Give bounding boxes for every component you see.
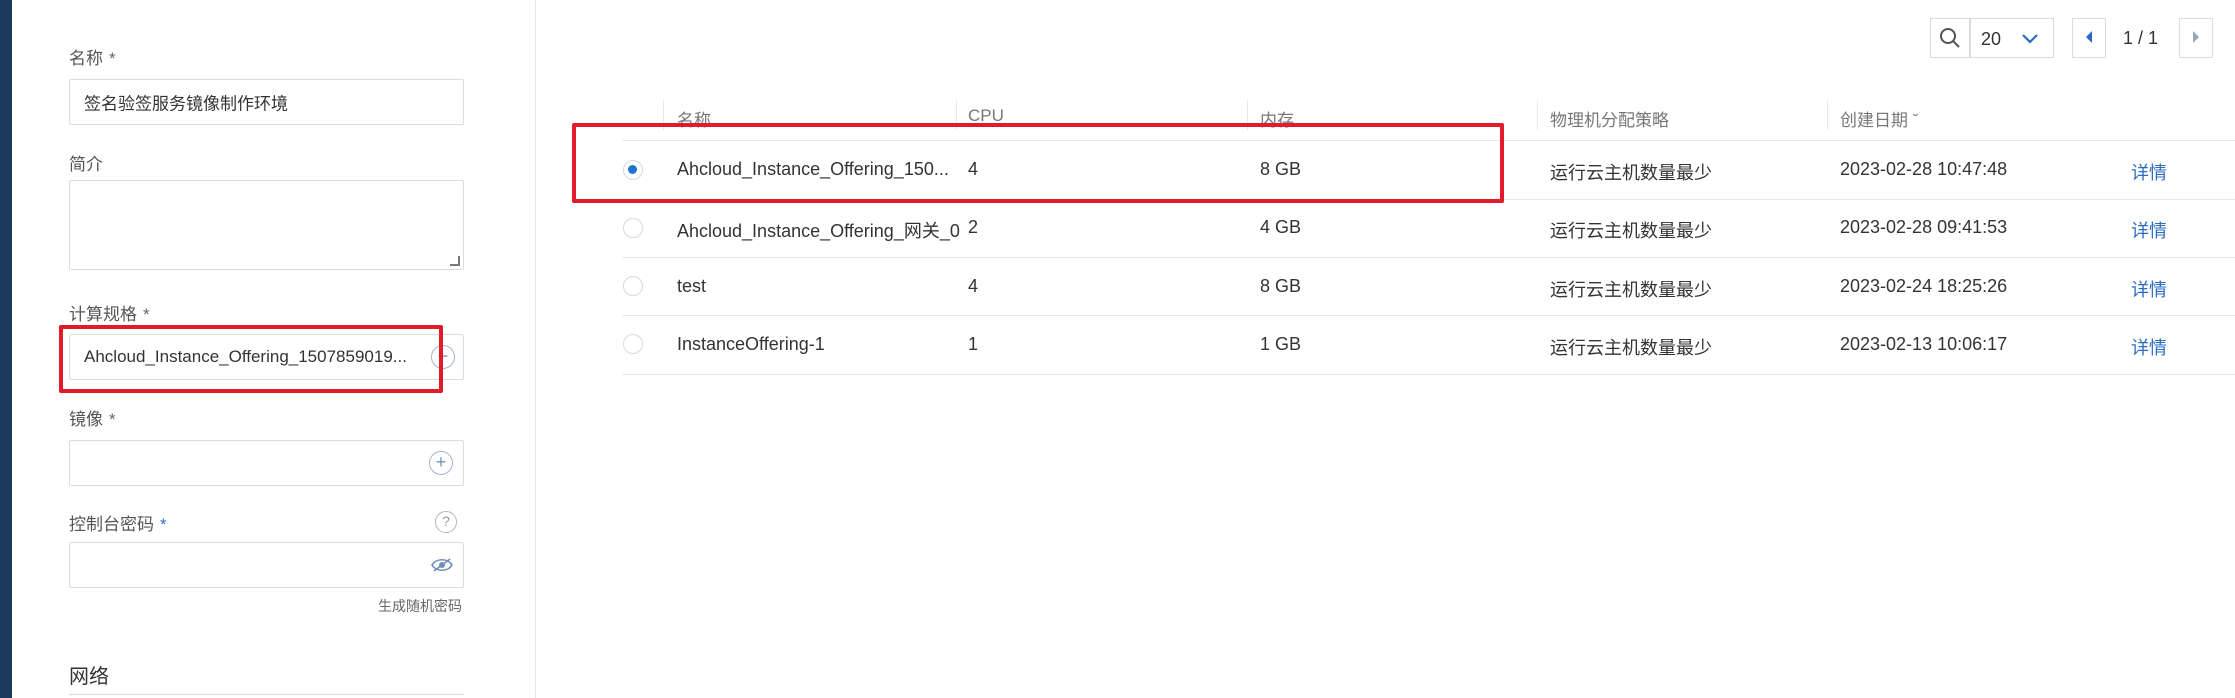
page-size-select[interactable]: 20 — [1970, 18, 2054, 58]
compute-spec-label-text: 计算规格 — [69, 305, 137, 324]
row-memory: 8 GB — [1260, 276, 1302, 296]
row-cpu: 1 — [968, 334, 979, 354]
required-mark: * — [160, 515, 167, 534]
next-page-button[interactable] — [2179, 18, 2213, 58]
generate-random-password-link[interactable]: 生成随机密码 — [378, 596, 462, 616]
compute-spec-label: 计算规格 * — [69, 300, 150, 325]
eye-icon[interactable] — [431, 557, 453, 573]
left-edge-strip — [0, 0, 12, 698]
image-label-text: 镜像 — [69, 410, 103, 429]
row-strategy: 运行云主机数量最少 — [1550, 221, 1712, 241]
search-button[interactable] — [1930, 18, 1970, 58]
column-separator — [1827, 100, 1828, 130]
prev-page-button[interactable] — [2072, 18, 2106, 58]
description-label: 简介 — [69, 155, 103, 174]
row-name: Ahcloud_Instance_Offering_网关_0 — [677, 221, 960, 241]
row-strategy: 运行云主机数量最少 — [1550, 163, 1712, 183]
row-created: 2023-02-28 10:47:48 — [1840, 159, 2008, 179]
name-label: 名称 * — [69, 44, 116, 69]
highlight-box-selected-row — [572, 123, 1504, 203]
required-mark: * — [109, 49, 116, 68]
row-memory: 4 GB — [1260, 217, 1302, 237]
name-input[interactable]: 签名验签服务镜像制作环境 — [69, 79, 464, 125]
row-divider — [622, 315, 2235, 316]
row-strategy: 运行云主机数量最少 — [1550, 338, 1712, 358]
help-icon[interactable]: ? — [435, 511, 457, 533]
chevron-right-icon — [2193, 31, 2199, 43]
create-instance-form: 名称 * 签名验签服务镜像制作环境 简介 计算规格 * Ahcloud_Instan… — [12, 0, 536, 698]
search-icon — [1940, 28, 1960, 48]
row-created: 2023-02-28 09:41:53 — [1840, 217, 2008, 237]
resize-grip-icon[interactable] — [450, 256, 460, 266]
row-divider — [622, 257, 2235, 258]
network-section-title: 网络 — [69, 666, 109, 688]
add-circle-icon[interactable]: + — [429, 451, 453, 475]
column-header-allocation-strategy[interactable]: 物理机分配策略 — [1550, 106, 1669, 131]
row-radio[interactable] — [623, 334, 643, 354]
row-radio[interactable] — [623, 276, 643, 296]
console-password-label-text: 控制台密码 — [69, 515, 154, 534]
required-mark: * — [143, 305, 150, 324]
name-label-text: 名称 — [69, 49, 103, 68]
row-divider — [622, 374, 2235, 375]
row-name: InstanceOffering-1 — [677, 334, 825, 354]
column-header-created-date[interactable]: 创建日期 ˇ — [1840, 106, 1918, 131]
required-mark: * — [109, 410, 116, 429]
console-password-input[interactable] — [69, 542, 464, 588]
row-cpu: 2 — [968, 217, 979, 237]
row-cpu: 4 — [968, 276, 979, 296]
row-memory: 1 GB — [1260, 334, 1302, 354]
row-detail-link[interactable]: 详情 — [2131, 334, 2167, 360]
console-password-label: 控制台密码 * — [69, 510, 167, 535]
network-field-edge — [69, 694, 464, 698]
highlight-box-compute-spec — [59, 325, 443, 393]
row-detail-link[interactable]: 详情 — [2131, 159, 2167, 185]
name-input-value: 签名验签服务镜像制作环境 — [84, 94, 288, 114]
image-field[interactable]: + — [69, 440, 464, 486]
page-size-value: 20 — [1981, 29, 2002, 49]
row-detail-link[interactable]: 详情 — [2131, 276, 2167, 302]
row-detail-link[interactable]: 详情 — [2131, 217, 2167, 243]
row-strategy: 运行云主机数量最少 — [1550, 280, 1712, 300]
row-created: 2023-02-24 18:25:26 — [1840, 276, 2008, 296]
row-created: 2023-02-13 10:06:17 — [1840, 334, 2008, 354]
image-label: 镜像 * — [69, 405, 116, 430]
row-name: test — [677, 276, 707, 296]
row-radio[interactable] — [623, 218, 643, 238]
page-indicator: 1 / 1 — [2123, 28, 2159, 48]
description-textarea[interactable] — [69, 180, 464, 270]
chevron-left-icon — [2086, 31, 2092, 43]
column-separator — [1537, 100, 1538, 130]
chevron-down-icon — [2022, 34, 2038, 44]
